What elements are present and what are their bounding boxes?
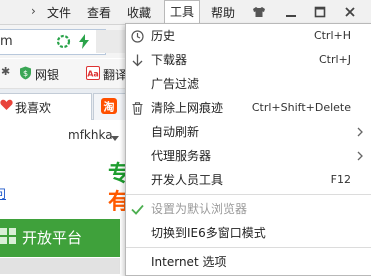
menu-item-label: 清除上网痕迹 <box>151 101 224 115</box>
svg-text:$: $ <box>23 69 28 78</box>
heart-icon <box>0 99 13 114</box>
open-platform-label: 开放平台 <box>22 229 83 247</box>
menu-help[interactable]: 帮助 <box>208 4 238 21</box>
skin-shirt-icon[interactable] <box>246 2 272 21</box>
menu-item-internet-options[interactable]: Internet 选项 <box>126 250 371 274</box>
chevron-right-icon <box>357 120 363 144</box>
menu-item-ad-filter[interactable]: 广告过滤 <box>126 72 371 96</box>
menu-bookmarks[interactable]: 收藏 <box>124 4 154 21</box>
menu-item-label: 历史 <box>151 29 176 43</box>
lightning-icon[interactable] <box>78 34 90 52</box>
favorites-settings-icon[interactable]: ✱ <box>1 65 10 78</box>
clock-icon <box>129 24 145 48</box>
translate-icon: Aa <box>86 66 100 83</box>
grid-icon <box>0 228 16 247</box>
trash-icon <box>129 96 145 120</box>
menu-item-clear-history[interactable]: 清除上网痕迹 Ctrl+Shift+Delete <box>126 96 371 120</box>
page-bottom-strip <box>0 258 120 274</box>
refresh-icon[interactable] <box>56 34 71 52</box>
taobao-icon: 淘 <box>101 98 117 117</box>
menu-item-downloads[interactable]: 下载器 Ctrl+J <box>126 48 371 72</box>
menu-item-shortcut: Ctrl+Shift+Delete <box>251 101 351 114</box>
chevron-right-icon <box>357 144 363 168</box>
checkmark-icon <box>129 197 145 221</box>
menu-item-shortcut: Ctrl+J <box>318 53 351 66</box>
menu-item-label: 设置为默认浏览器 <box>151 202 248 216</box>
menu-item-label: 下载器 <box>151 53 188 67</box>
bank-shield-icon: $ <box>19 66 32 83</box>
page-link[interactable]: 问 <box>0 185 6 202</box>
menu-separator <box>126 194 371 195</box>
menu-item-switch-ie6-mode[interactable]: 切换到IE6多窗口模式 <box>126 221 371 245</box>
menu-separator <box>126 247 371 248</box>
svg-text:淘: 淘 <box>104 100 115 114</box>
tab-label: 我喜欢 <box>15 101 52 115</box>
menu-file[interactable]: 文件 <box>44 4 74 21</box>
username[interactable]: mfkhka <box>68 128 113 142</box>
menu-item-label: 广告过滤 <box>151 77 200 91</box>
menu-item-set-default-browser[interactable]: 设置为默认浏览器 <box>126 197 371 221</box>
menu-item-proxy-server[interactable]: 代理服务器 <box>126 144 371 168</box>
menu-item-label: 自动刷新 <box>151 125 200 139</box>
close-icon[interactable] <box>337 2 363 21</box>
download-arrow-icon <box>129 48 145 72</box>
minimize-icon[interactable] <box>278 2 304 21</box>
menu-item-auto-refresh[interactable]: 自动刷新 <box>126 120 371 144</box>
menu-item-label: 代理服务器 <box>151 149 212 163</box>
menu-item-label: 切换到IE6多窗口模式 <box>151 226 266 240</box>
svg-text:Aa: Aa <box>87 70 99 79</box>
menu-overflow-chevron-icon[interactable]: › <box>31 4 36 18</box>
menu-view[interactable]: 查看 <box>84 4 114 21</box>
menu-item-developer-tools[interactable]: 开发人员工具 F12 <box>126 168 371 192</box>
address-bar-button-area[interactable] <box>96 30 126 53</box>
address-input[interactable] <box>0 29 106 55</box>
maximize-icon[interactable] <box>307 2 333 21</box>
menu-item-label: Internet 选项 <box>151 255 227 269</box>
menu-item-history[interactable]: 历史 Ctrl+H <box>126 24 371 48</box>
address-text: m <box>0 34 13 49</box>
menu-item-shortcut: Ctrl+H <box>313 29 351 42</box>
menu-item-label: 开发人员工具 <box>151 173 224 187</box>
chevron-down-icon[interactable] <box>111 131 119 145</box>
favorite-online-bank[interactable]: 网银 <box>35 66 59 83</box>
menu-item-shortcut: F12 <box>330 173 351 186</box>
menu-tools[interactable]: 工具 <box>164 0 200 25</box>
favorite-translate[interactable]: 翻译 <box>103 66 127 83</box>
